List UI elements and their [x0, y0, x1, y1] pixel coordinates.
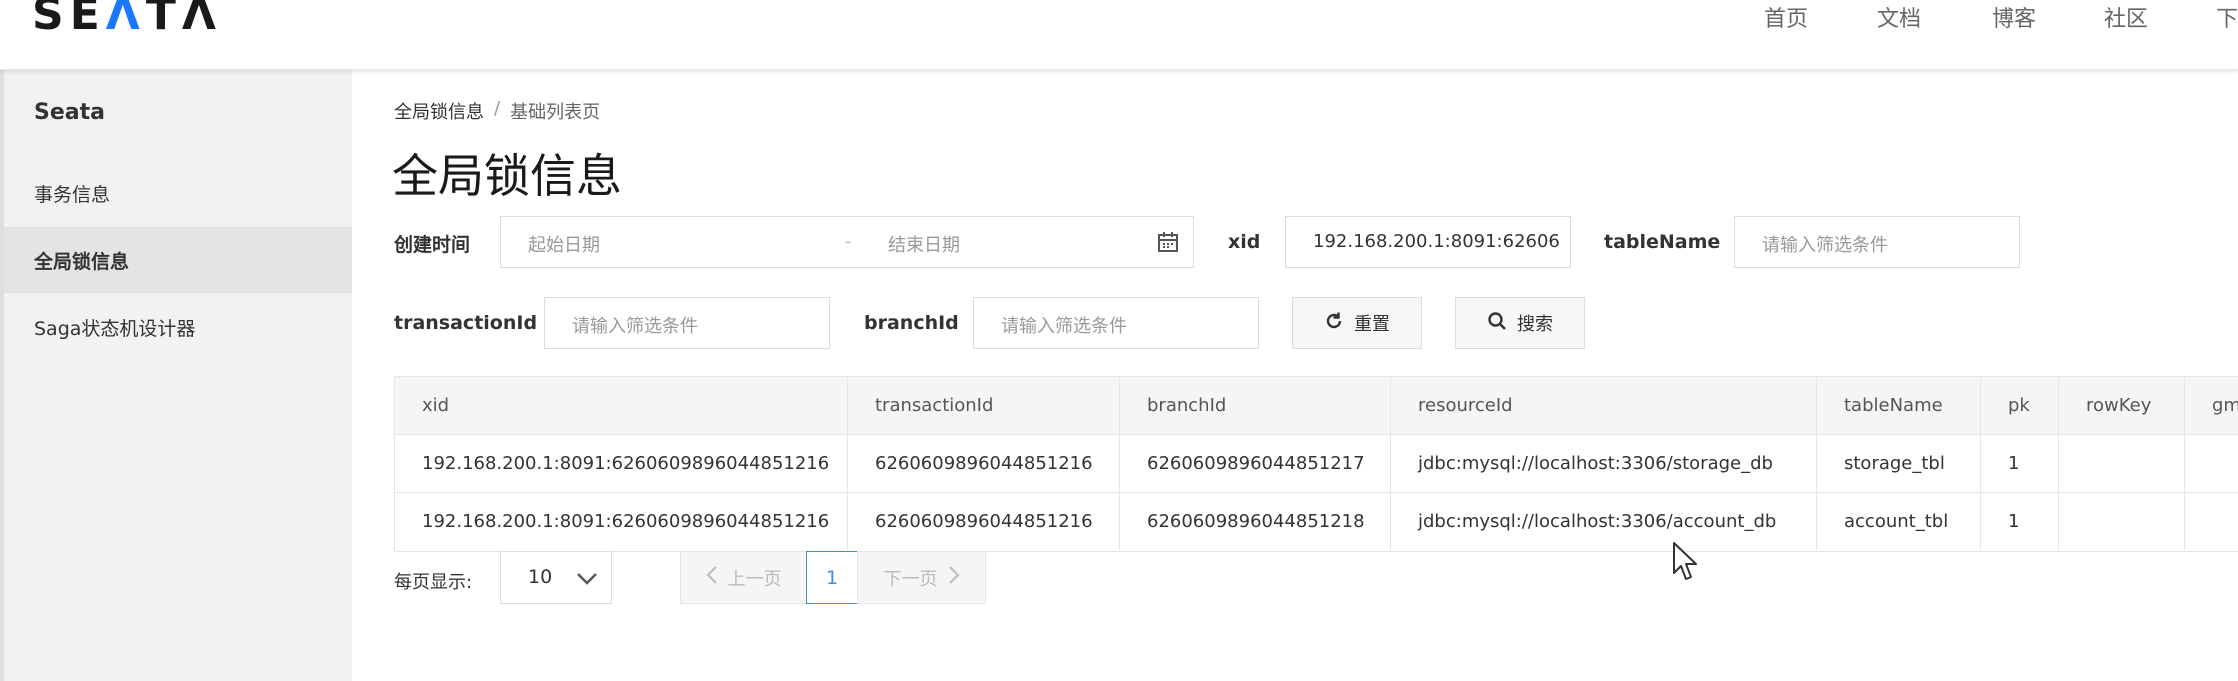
table-header-row: xid transactionId branchId resourceId ta… [395, 377, 2238, 435]
tablename-label: tableName [1604, 231, 1721, 253]
breadcrumb-separator: / [494, 98, 501, 119]
column-header-branchid[interactable]: branchId [1120, 377, 1391, 434]
xid-input[interactable]: 192.168.200.1:8091:62606 [1285, 216, 1571, 268]
column-header-transactionid[interactable]: transactionId [848, 377, 1120, 434]
sidebar-item-label: 全局锁信息 [34, 250, 130, 273]
branchid-input[interactable]: 请输入筛选条件 [973, 297, 1259, 349]
cell-rowkey [2059, 435, 2185, 492]
column-header-resourceid[interactable]: resourceId [1391, 377, 1817, 434]
sidebar: Seata 事务信息 全局锁信息 Saga状态机设计器 [0, 70, 352, 681]
cell-tablename: account_tbl [1817, 493, 1981, 550]
column-header-rowkey[interactable]: rowKey [2059, 377, 2185, 434]
prev-page-label: 上一页 [727, 568, 782, 590]
cell-pk: 1 [1981, 435, 2059, 492]
sidebar-item-label: Saga状态机设计器 [34, 317, 196, 340]
page-number-current[interactable]: 1 [806, 551, 858, 604]
end-date-input[interactable]: 结束日期 [888, 231, 960, 257]
tablename-placeholder: 请输入筛选条件 [1762, 235, 1888, 256]
nav-link-home[interactable]: 首页 [1764, 0, 1808, 34]
reset-button-label: 重置 [1354, 314, 1390, 335]
mouse-cursor-icon [1672, 541, 1700, 589]
xid-label: xid [1228, 231, 1261, 253]
breadcrumb-root[interactable]: 全局锁信息 [394, 98, 484, 124]
cell-branchid: 6260609896044851218 [1120, 493, 1391, 550]
table-row[interactable]: 192.168.200.1:8091:6260609896044851216 6… [395, 435, 2238, 493]
sidebar-item-saga-designer[interactable]: Saga状态机设计器 [4, 294, 352, 360]
sidebar-item-label: 事务信息 [34, 183, 111, 206]
breadcrumb-current: 基础列表页 [510, 102, 601, 123]
top-header: SE Λ TΛ 首页 文档 博客 社区 下 [0, 0, 2238, 70]
logo-text-a: Λ [105, 0, 146, 40]
nav-link-community[interactable]: 社区 [2104, 0, 2148, 34]
transactionid-label: transactionId [394, 312, 538, 334]
next-page-label: 下一页 [883, 568, 938, 590]
cell-rowkey [2059, 493, 2185, 550]
column-header-tablename[interactable]: tableName [1817, 377, 1981, 434]
reset-button[interactable]: 重置 [1292, 297, 1422, 349]
cell-xid: 192.168.200.1:8091:6260609896044851216 [395, 435, 848, 492]
column-header-gmt[interactable]: gm [2185, 377, 2238, 434]
sidebar-item-transactions[interactable]: 事务信息 [4, 160, 352, 226]
cell-transactionid: 6260609896044851216 [848, 435, 1120, 492]
chevron-left-icon [706, 565, 718, 590]
nav-link-docs[interactable]: 文档 [1877, 0, 1921, 34]
seata-logo[interactable]: SE Λ TΛ [32, 0, 222, 40]
date-range-picker[interactable]: 起始日期 - 结束日期 [500, 216, 1194, 268]
cell-resourceid: jdbc:mysql://localhost:3306/account_db [1391, 493, 1817, 550]
nav-link-download[interactable]: 下 [2216, 0, 2238, 34]
chevron-right-icon [948, 565, 960, 590]
page-size-select[interactable]: 10 [500, 551, 612, 604]
page-size-value: 10 [528, 566, 553, 588]
tablename-input[interactable]: 请输入筛选条件 [1734, 216, 2020, 268]
nav-link-blog[interactable]: 博客 [1992, 0, 2036, 34]
table-row[interactable]: 192.168.200.1:8091:6260609896044851216 6… [395, 493, 2238, 551]
page-size-label: 每页显示: [394, 572, 473, 593]
search-button-label: 搜索 [1517, 314, 1553, 335]
cell-transactionid: 6260609896044851216 [848, 493, 1120, 550]
cell-tablename: storage_tbl [1817, 435, 1981, 492]
cell-resourceid: jdbc:mysql://localhost:3306/storage_db [1391, 435, 1817, 492]
chevron-down-icon [575, 568, 599, 593]
sidebar-item-global-locks[interactable]: 全局锁信息 [4, 227, 352, 293]
next-page-button[interactable]: 下一页 [857, 551, 986, 604]
page-title: 全局锁信息 [392, 149, 622, 203]
global-lock-table: xid transactionId branchId resourceId ta… [394, 376, 2238, 552]
calendar-icon[interactable] [1157, 231, 1179, 258]
cell-branchid: 6260609896044851217 [1120, 435, 1391, 492]
breadcrumb: 全局锁信息 / 基础列表页 [394, 98, 600, 124]
created-time-label: 创建时间 [394, 234, 471, 256]
search-icon [1487, 311, 1507, 336]
sidebar-title: Seata [34, 100, 105, 125]
start-date-input[interactable]: 起始日期 [528, 231, 600, 257]
prev-page-button[interactable]: 上一页 [680, 551, 807, 604]
cell-gmt [2185, 435, 2238, 492]
refresh-icon [1324, 311, 1344, 336]
date-range-separator: - [845, 231, 852, 252]
cell-xid: 192.168.200.1:8091:6260609896044851216 [395, 493, 848, 550]
logo-text-se: SE [32, 0, 106, 40]
cell-pk: 1 [1981, 493, 2059, 550]
search-button[interactable]: 搜索 [1455, 297, 1585, 349]
transactionid-placeholder: 请输入筛选条件 [572, 316, 698, 337]
column-header-pk[interactable]: pk [1981, 377, 2059, 434]
column-header-xid[interactable]: xid [395, 377, 848, 434]
branchid-label: branchId [864, 312, 959, 334]
branchid-placeholder: 请输入筛选条件 [1001, 316, 1127, 337]
cell-gmt [2185, 493, 2238, 550]
transactionid-input[interactable]: 请输入筛选条件 [544, 297, 830, 349]
xid-input-value: 192.168.200.1:8091:62606 [1313, 231, 1560, 252]
logo-text-ta: TΛ [145, 0, 222, 40]
